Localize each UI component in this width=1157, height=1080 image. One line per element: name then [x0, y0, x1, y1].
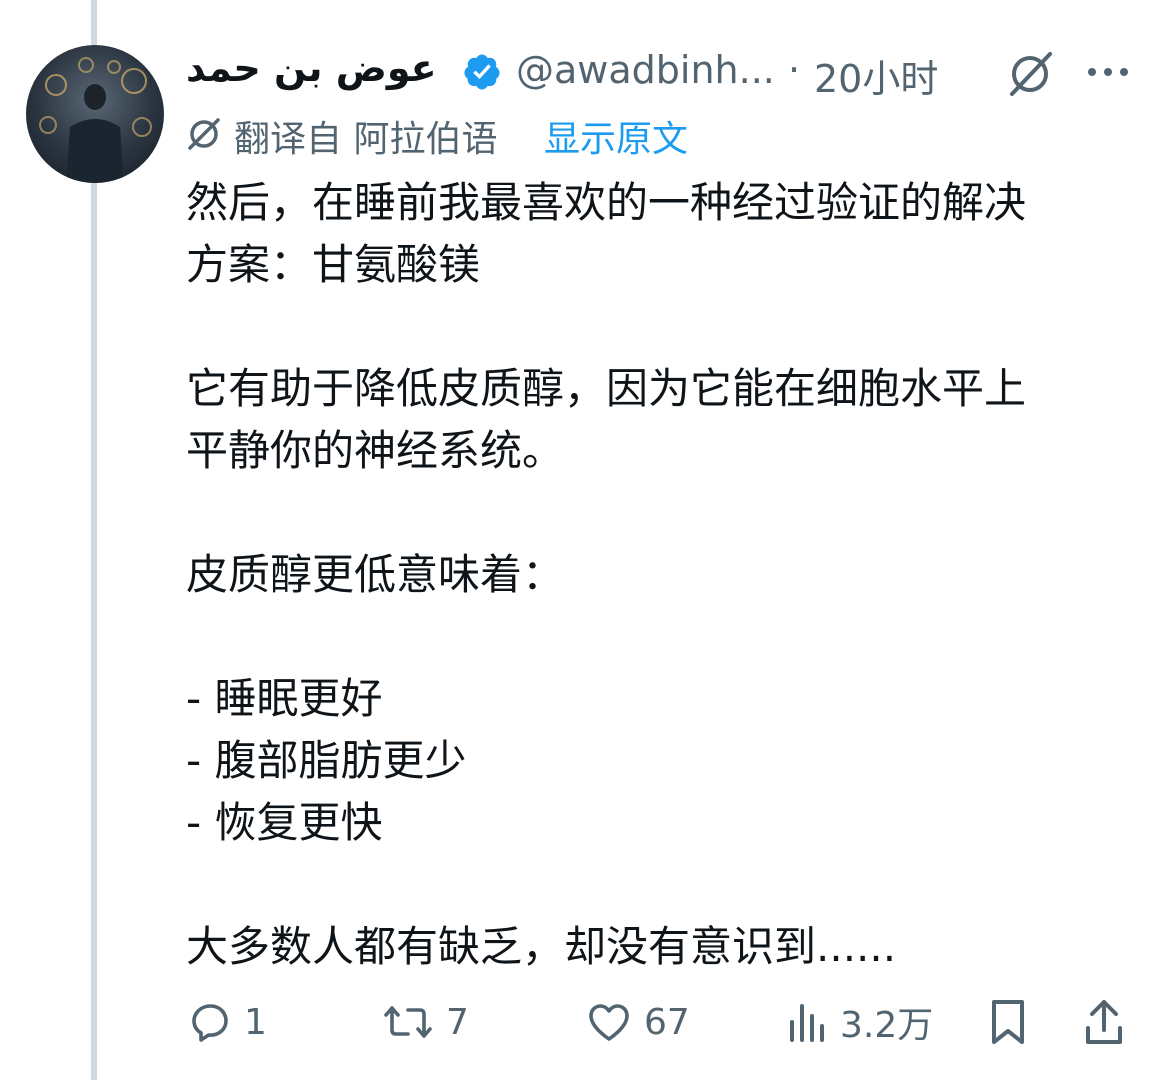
- like-button[interactable]: 67: [584, 992, 690, 1052]
- author-avatar[interactable]: [26, 45, 164, 183]
- more-options-icon[interactable]: [1084, 60, 1132, 84]
- man-silhouette-avatar-icon: [39, 57, 152, 183]
- author-display-name[interactable]: عوض بن حمد: [186, 46, 437, 90]
- views-icon: [786, 998, 830, 1046]
- share-icon: [1082, 996, 1126, 1048]
- bookmark-button[interactable]: [986, 992, 1030, 1052]
- reply-icon: [186, 998, 234, 1046]
- tweet-line: 它有助于降低皮质醇，因为它能在细胞水平上: [186, 364, 1027, 413]
- tweet-line: - 睡眠更好: [186, 674, 383, 723]
- tweet-timestamp[interactable]: 20小时: [814, 48, 938, 103]
- tweet-line: [186, 854, 1126, 916]
- translated-from-label: 翻译自 阿拉伯语: [234, 119, 498, 160]
- like-count: 67: [644, 1001, 690, 1043]
- verified-badge-icon: [462, 52, 502, 92]
- tweet-text: 然后，在睡前我最喜欢的一种经过验证的解决 方案：甘氨酸镁 它有助于降低皮质醇，因…: [186, 172, 1126, 978]
- tweet-line: 方案：甘氨酸镁: [186, 240, 481, 289]
- show-original-link[interactable]: 显示原文: [544, 110, 688, 162]
- translate-icon: [186, 116, 222, 152]
- tweet-line: [186, 296, 1126, 358]
- bookmark-icon: [986, 996, 1030, 1048]
- reply-button[interactable]: 1: [186, 992, 267, 1052]
- reply-count: 1: [244, 1001, 267, 1043]
- views-button[interactable]: 3.2万: [786, 992, 933, 1052]
- views-count: 3.2万: [840, 1005, 934, 1046]
- translation-row: 翻译自 阿拉伯语 显示原文: [186, 110, 886, 160]
- tweet-line: 大多数人都有缺乏，却没有意识到......: [186, 922, 897, 971]
- tweet-line: 皮质醇更低意味着：: [186, 550, 565, 599]
- tweet-line: 然后，在睡前我最喜欢的一种经过验证的解决: [186, 178, 1027, 227]
- share-button[interactable]: [1082, 992, 1126, 1052]
- repost-icon: [382, 998, 436, 1046]
- tweet-line: - 腹部脂肪更少: [186, 736, 467, 785]
- tweet-line: [186, 482, 1126, 544]
- repost-button[interactable]: 7: [382, 992, 469, 1052]
- grok-icon[interactable]: [1004, 48, 1056, 100]
- header-separator: ·: [788, 48, 801, 92]
- tweet-line: - 恢复更快: [186, 798, 383, 847]
- tweet-header: عوض بن حمد @awadbinh... · 20小时: [186, 42, 1136, 103]
- tweet-actions-bar: 1 7 67 3.2万: [186, 992, 1146, 1056]
- tweet-line: 平静你的神经系统。: [186, 426, 565, 475]
- author-handle[interactable]: @awadbinh...: [516, 48, 775, 92]
- heart-icon: [584, 998, 634, 1046]
- tweet-line: [186, 606, 1126, 668]
- repost-count: 7: [446, 1001, 469, 1043]
